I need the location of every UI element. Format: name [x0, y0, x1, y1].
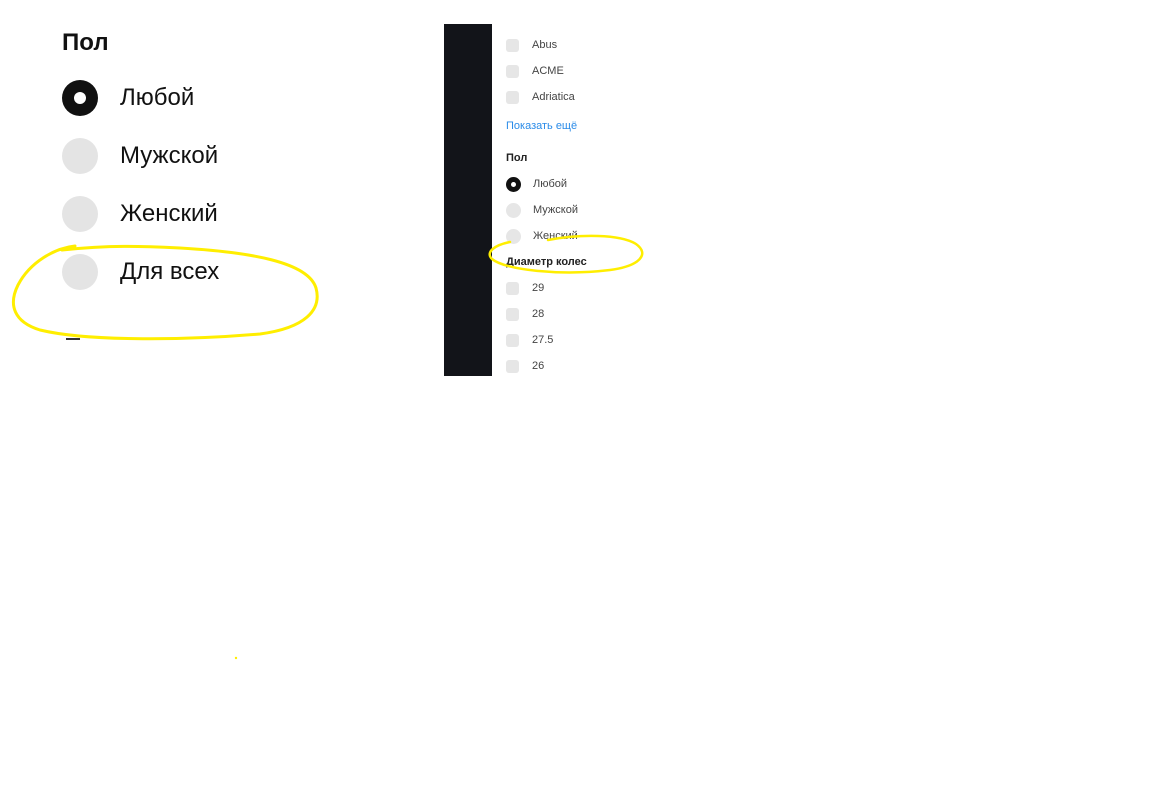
- sidebar-screenshot: Abus ACME Adriatica Показать ещё Пол Люб…: [444, 24, 644, 376]
- divider-stub: [66, 338, 80, 340]
- wheel-section-title: Диаметр колес: [506, 256, 587, 268]
- radio-unchecked-icon[interactable]: [62, 196, 98, 232]
- checkbox-icon[interactable]: [506, 38, 519, 52]
- gender-option-label: Мужской: [120, 142, 219, 169]
- filter-panel: Abus ACME Adriatica Показать ещё Пол Люб…: [506, 32, 646, 379]
- checkbox-icon[interactable]: [506, 359, 519, 373]
- gender-option-label: Для всех: [120, 258, 220, 285]
- checkbox-icon[interactable]: [506, 90, 519, 104]
- radio-unchecked-icon[interactable]: [506, 202, 521, 218]
- checkbox-icon[interactable]: [506, 64, 519, 78]
- checkbox-icon[interactable]: [506, 333, 519, 347]
- brand-item-adriatica[interactable]: Adriatica: [506, 84, 646, 110]
- wheel-label: 26: [532, 360, 545, 372]
- brand-label: Adriatica: [532, 91, 575, 103]
- gender-option-label: Любой: [120, 84, 195, 111]
- radio-unchecked-icon[interactable]: [506, 228, 521, 244]
- wheel-item-26[interactable]: 26: [506, 353, 646, 379]
- radio-checked-icon[interactable]: [62, 80, 98, 116]
- wheel-item-27-5[interactable]: 27.5: [506, 327, 646, 353]
- wheel-label: 27.5: [532, 334, 554, 346]
- gender-item-female[interactable]: Женский: [506, 223, 646, 249]
- checkbox-icon[interactable]: [506, 281, 519, 295]
- dark-sidebar-strip: [444, 24, 492, 376]
- gender-section-title: Пол: [506, 152, 528, 164]
- radio-checked-icon[interactable]: [506, 176, 521, 192]
- gender-option-label: Женский: [120, 200, 218, 227]
- wheel-item-29[interactable]: 29: [506, 275, 646, 301]
- gender-filter-mockup: Пол Любой Мужской Женский Для всех: [62, 28, 219, 312]
- radio-unchecked-icon[interactable]: [62, 254, 98, 290]
- annotation-dot: [234, 656, 238, 660]
- brand-item-acme[interactable]: ACME: [506, 58, 646, 84]
- wheel-item-28[interactable]: 28: [506, 301, 646, 327]
- wheel-label: 28: [532, 308, 545, 320]
- gender-label: Женский: [533, 230, 578, 242]
- gender-option-female[interactable]: Женский: [62, 196, 219, 232]
- brand-label: ACME: [532, 65, 564, 77]
- gender-option-any[interactable]: Любой: [62, 80, 219, 116]
- checkbox-icon[interactable]: [506, 307, 519, 321]
- gender-filter-title: Пол: [62, 29, 109, 56]
- gender-option-male[interactable]: Мужской: [62, 138, 219, 174]
- gender-item-any[interactable]: Любой: [506, 171, 646, 197]
- gender-label: Мужской: [533, 204, 578, 216]
- show-more-link[interactable]: Показать ещё: [506, 113, 646, 139]
- gender-option-all[interactable]: Для всех: [62, 254, 219, 290]
- gender-label: Любой: [533, 178, 568, 190]
- radio-unchecked-icon[interactable]: [62, 138, 98, 174]
- brand-label: Abus: [532, 39, 558, 51]
- wheel-label: 29: [532, 282, 545, 294]
- brand-item-abus[interactable]: Abus: [506, 32, 646, 58]
- gender-item-male[interactable]: Мужской: [506, 197, 646, 223]
